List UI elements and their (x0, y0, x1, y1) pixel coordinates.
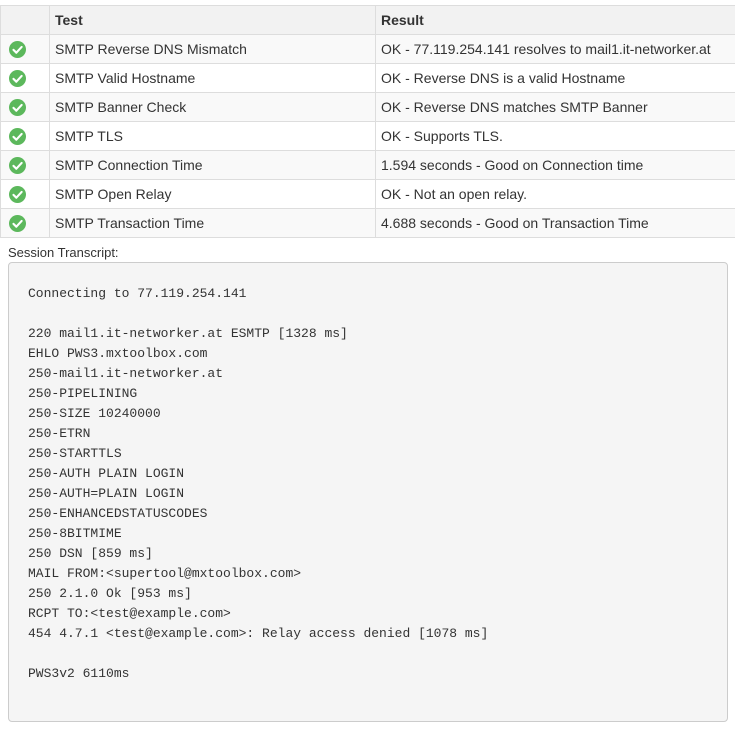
result-cell: OK - Reverse DNS is a valid Hostname (375, 63, 735, 93)
test-name-cell: SMTP Connection Time (49, 150, 376, 180)
result-cell: OK - 77.119.254.141 resolves to mail1.it… (375, 34, 735, 64)
test-name-cell: SMTP Banner Check (49, 92, 376, 122)
table-row: SMTP TLS OK - Supports TLS. (0, 121, 735, 151)
check-circle-icon (8, 40, 26, 58)
transcript-label: Session Transcript: (8, 245, 119, 260)
status-cell (0, 92, 50, 122)
status-cell (0, 208, 50, 238)
test-name-cell: SMTP Open Relay (49, 179, 376, 209)
result-cell: OK - Not an open relay. (375, 179, 735, 209)
result-cell: OK - Supports TLS. (375, 121, 735, 151)
status-cell (0, 179, 50, 209)
transcript-line: 250-ENHANCEDSTATUSCODES (28, 506, 208, 521)
results-table: Test Result SMTP Reverse DNS Mismatch OK … (0, 5, 735, 238)
table-row: SMTP Valid Hostname OK - Reverse DNS is a… (0, 63, 735, 93)
transcript-line: 250-AUTH PLAIN LOGIN (28, 466, 185, 481)
test-name-cell: SMTP Valid Hostname (49, 63, 376, 93)
status-cell (0, 34, 50, 64)
status-cell (0, 150, 50, 180)
table-row: SMTP Banner Check OK - Reverse DNS matche… (0, 92, 735, 122)
transcript-line: 250-mail1.it-networker.at (28, 366, 224, 381)
status-column-header (0, 5, 50, 35)
table-header-row: Test Result (0, 5, 735, 35)
check-circle-icon (8, 127, 26, 145)
table-row: SMTP Transaction Time 4.688 seconds - Goo… (0, 208, 735, 238)
result-cell: 4.688 seconds - Good on Transaction Time (375, 208, 735, 238)
session-transcript: Connecting to 77.119.254.141 220 mail1.it… (8, 262, 728, 722)
transcript-line (28, 304, 708, 324)
test-name-cell: SMTP Transaction Time (49, 208, 376, 238)
transcript-line: MAIL FROM:<supertool@mxtoolbox.com> (28, 566, 302, 581)
transcript-line: 454 4.7.1 <test@example.com>: Relay acce… (28, 626, 489, 641)
transcript-line: 250-SIZE 10240000 (28, 406, 161, 421)
check-circle-icon (8, 69, 26, 87)
transcript-line: Connecting to 77.119.254.141 (28, 286, 247, 301)
check-circle-icon (8, 214, 26, 232)
transcript-line: 250-ETRN (28, 426, 91, 441)
transcript-line: 250-STARTTLS (28, 446, 122, 461)
status-cell (0, 121, 50, 151)
check-circle-icon (8, 185, 26, 203)
transcript-line: 220 mail1.it-networker.at ESMTP [1328 ms… (28, 326, 348, 341)
table-row: SMTP Connection Time 1.594 seconds - Good… (0, 150, 735, 180)
test-name-cell: SMTP Reverse DNS Mismatch (49, 34, 376, 64)
transcript-line: 250 DSN [859 ms] (28, 546, 153, 561)
transcript-line: 250 2.1.0 Ok [953 ms] (28, 586, 192, 601)
test-name-cell: SMTP TLS (49, 121, 376, 151)
transcript-line: 250-PIPELINING (28, 386, 138, 401)
transcript-line: 250-AUTH=PLAIN LOGIN (28, 486, 185, 501)
result-cell: 1.594 seconds - Good on Connection time (375, 150, 735, 180)
transcript-line: RCPT TO:<test@example.com> (28, 606, 231, 621)
transcript-line: 250-8BITMIME (28, 526, 122, 541)
result-column-header: Result (375, 5, 735, 35)
status-cell (0, 63, 50, 93)
test-column-header: Test (49, 5, 376, 35)
results-body: SMTP Reverse DNS Mismatch OK - 77.119.254… (0, 34, 735, 238)
result-cell: OK - Reverse DNS matches SMTP Banner (375, 92, 735, 122)
table-row: SMTP Reverse DNS Mismatch OK - 77.119.254… (0, 34, 735, 64)
transcript-line: PWS3v2 6110ms (28, 666, 130, 681)
transcript-line (28, 644, 708, 664)
check-circle-icon (8, 98, 26, 116)
check-circle-icon (8, 156, 26, 174)
table-row: SMTP Open Relay OK - Not an open relay. (0, 179, 735, 209)
transcript-line: EHLO PWS3.mxtoolbox.com (28, 346, 208, 361)
